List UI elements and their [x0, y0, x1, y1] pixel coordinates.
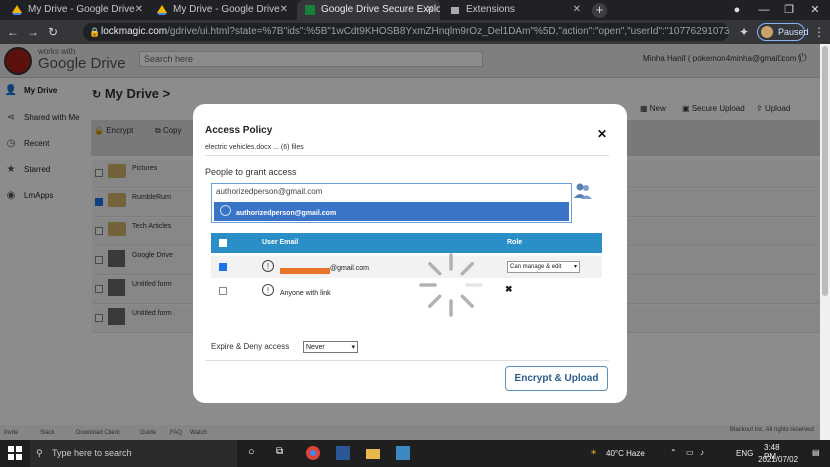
encrypt-upload-button[interactable]: Encrypt & Upload	[505, 366, 608, 391]
expire-select[interactable]: Never ▾	[303, 341, 358, 353]
autocomplete-suggestion[interactable]: authorizedperson@gmail.com	[214, 202, 569, 221]
dialog-title: Access Policy	[205, 125, 273, 136]
user-icon	[220, 205, 231, 216]
access-table-row: ! Anyone with link ✖	[211, 280, 602, 302]
row-checkbox[interactable]	[219, 287, 227, 295]
browser-tab[interactable]: Extensions ✕	[442, 0, 587, 20]
dialog-subtitle: electric vehicles.docx ... (6) files	[205, 144, 304, 151]
puzzle-icon	[451, 7, 459, 14]
close-icon[interactable]: ✕	[573, 0, 581, 20]
access-policy-dialog: Access Policy ✕ electric vehicles.docx .…	[193, 104, 627, 403]
expire-label: Expire & Deny access	[211, 342, 290, 351]
windows-start-icon[interactable]	[8, 446, 22, 460]
info-icon: !	[262, 260, 274, 272]
language-indicator[interactable]: ENG	[736, 449, 753, 458]
redacted-email	[280, 268, 330, 274]
chevron-down-icon: ▾	[351, 344, 355, 351]
photos-icon[interactable]	[396, 446, 410, 460]
network-icon[interactable]: ▭	[686, 448, 694, 457]
role-select-value: Can manage & edit	[510, 264, 562, 270]
google-drive-icon	[157, 5, 167, 15]
restore-icon[interactable]: ❐	[777, 0, 801, 20]
browser-tab-active[interactable]: Google Drive Secure Explorer ✕	[297, 0, 440, 20]
lock-icon: 🔒	[89, 27, 101, 37]
browser-tab-strip: My Drive - Google Drive ✕ My Drive - Goo…	[0, 0, 830, 20]
browser-tab[interactable]: My Drive - Google Drive ✕	[149, 0, 294, 20]
close-icon[interactable]: ✕	[426, 0, 434, 20]
select-all-checkbox[interactable]	[219, 239, 227, 247]
close-icon[interactable]: ✕	[597, 127, 607, 141]
taskbar-search[interactable]: ⚲ Type here to search	[30, 440, 237, 467]
chevron-down-icon: ▾	[573, 264, 577, 270]
paused-label: Paused	[778, 27, 809, 37]
email-field[interactable]: authorizedperson@gmail.com authorizedper…	[211, 183, 572, 223]
tab-title: My Drive - Google Drive	[173, 4, 280, 15]
google-drive-icon	[12, 5, 22, 15]
profile-dot-icon[interactable]: ●	[725, 0, 749, 20]
column-header-role: Role	[507, 239, 523, 246]
email-field-value[interactable]: authorizedperson@gmail.com	[216, 187, 322, 196]
windows-taskbar: ⚲ Type here to search ○ ⧉ ☀ 40°C Haze ⌃ …	[0, 440, 830, 467]
window-close-icon[interactable]: ✕	[803, 0, 827, 20]
taskbar-search-placeholder: Type here to search	[52, 448, 132, 458]
user-email: @gmail.com	[330, 265, 370, 272]
expire-select-value: Never	[306, 344, 325, 351]
minimize-icon[interactable]: —	[752, 0, 776, 20]
tab-title: Google Drive Secure Explorer	[321, 4, 440, 15]
new-tab-button[interactable]: +	[592, 3, 607, 18]
browser-tab[interactable]: My Drive - Google Drive ✕	[4, 0, 149, 20]
row-checkbox[interactable]	[219, 263, 227, 271]
word-icon[interactable]	[336, 446, 350, 460]
profile-paused-button[interactable]: Paused	[757, 23, 809, 41]
clock-date[interactable]: 2021/07/02	[758, 455, 798, 464]
notification-icon[interactable]: ▤	[812, 448, 820, 457]
close-icon[interactable]: ✕	[280, 0, 288, 20]
url-path: /gdrive/ui.html?state=%7B"ids":%5B"1wCdt…	[167, 26, 729, 37]
extensions-puzzle-icon[interactable]: ✦	[735, 23, 753, 41]
remove-icon[interactable]: ✖	[505, 284, 513, 295]
tab-title: Extensions	[466, 4, 515, 15]
file-explorer-icon[interactable]	[366, 446, 380, 460]
reload-icon[interactable]: ↻	[44, 23, 62, 41]
task-view-icon[interactable]: ⧉	[276, 446, 283, 457]
cortana-icon[interactable]: ○	[248, 446, 255, 458]
drive-secure-icon	[305, 5, 315, 15]
suggestion-text: authorizedperson@gmail.com	[236, 210, 337, 217]
column-header-email: User Email	[262, 239, 299, 246]
access-table-header: User Email Role	[211, 233, 602, 253]
chrome-icon[interactable]	[306, 446, 320, 460]
close-icon[interactable]: ✕	[135, 0, 143, 20]
divider	[205, 360, 609, 361]
avatar	[761, 26, 773, 38]
kebab-menu-icon[interactable]: ⋮	[810, 23, 828, 41]
people-label: People to grant access	[205, 167, 297, 177]
back-arrow-icon[interactable]: ←	[4, 23, 22, 41]
access-table-row: ! @gmail.com Can manage & edit ▾	[211, 256, 602, 278]
chevron-up-icon[interactable]: ⌃	[670, 448, 677, 457]
weather-icon: ☀	[590, 448, 598, 457]
address-bar[interactable]: 🔒 lockmagic.com/gdrive/ui.html?state=%7B…	[83, 23, 729, 41]
url-host: lockmagic.com	[101, 26, 168, 37]
scrollbar-thumb[interactable]	[822, 46, 828, 296]
browser-toolbar: ← → ↻ 🔒 lockmagic.com/gdrive/ui.html?sta…	[0, 20, 830, 44]
weather-text[interactable]: 40°C Haze	[606, 449, 666, 458]
tab-title: My Drive - Google Drive	[28, 4, 135, 15]
search-icon: ⚲	[36, 448, 43, 458]
anyone-with-link-label: Anyone with link	[280, 290, 331, 297]
divider	[205, 155, 609, 156]
role-select[interactable]: Can manage & edit ▾	[507, 261, 580, 273]
add-people-icon[interactable]	[573, 182, 593, 200]
info-icon: !	[262, 284, 274, 296]
forward-arrow-icon[interactable]: →	[24, 23, 42, 41]
volume-icon[interactable]: ♪	[700, 448, 704, 457]
loading-spinner-icon	[419, 253, 483, 317]
